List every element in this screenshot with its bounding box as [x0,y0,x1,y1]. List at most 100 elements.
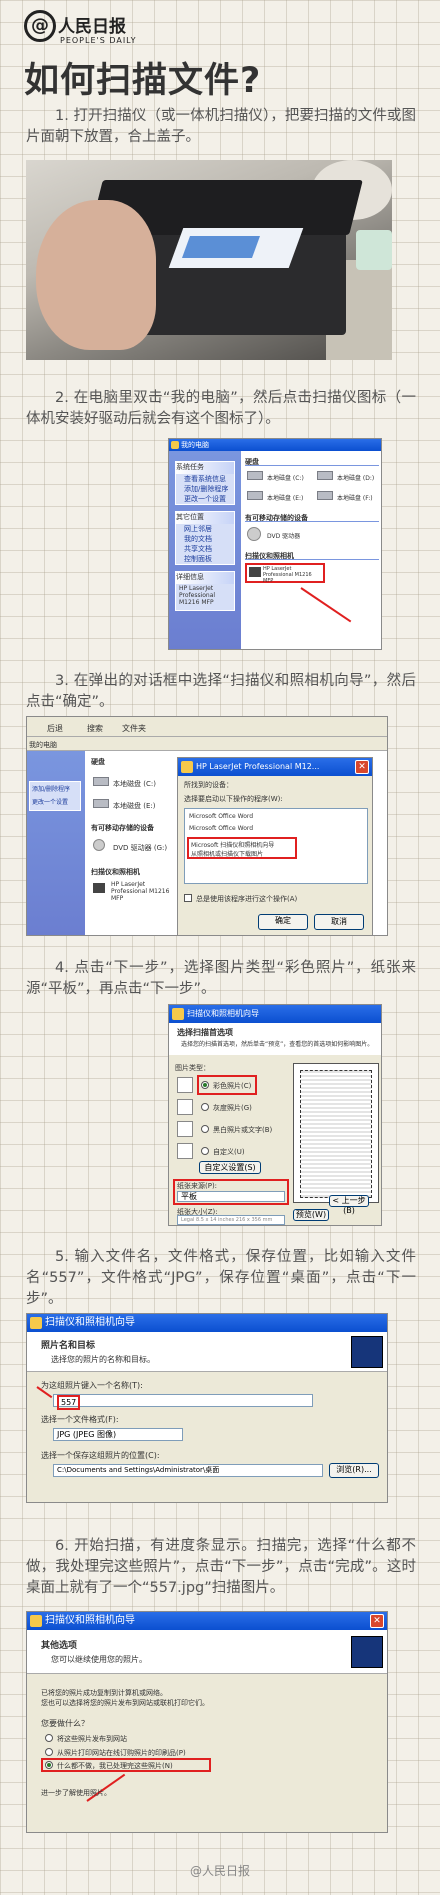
place-link[interactable]: 网上邻居 [176,524,234,534]
scanner-icon[interactable] [93,883,105,893]
scanner-label: HP LaserJet Professional M1216 MFP [263,566,312,584]
file-name-input[interactable]: 557 [53,1394,313,1410]
step-6-text: 6. 开始扫描，有进度条显示。扫描完，选择“什么都不做，我处理完这些照片”，点击… [26,1538,416,1596]
option-label: 从照片打印网站在线订购照片的印刷品(P) [57,1749,186,1757]
toolbar-folders[interactable]: 文件夹 [122,723,146,734]
computer-icon [171,441,179,449]
device-dialog-screenshot: 后退 搜索 文件夹 我的电脑 添加/删除程序 更改一个设置 硬盘 本地磁盘 (C… [26,716,388,936]
camera-icon [172,1008,184,1020]
wizard-heading: 照片名和目标 [41,1341,96,1351]
drive-label: 本地磁盘 (C:) [267,475,304,482]
custom-settings-button[interactable]: 自定义设置(S) [199,1161,261,1174]
task-pane: 系统任务 查看系统信息 添加/删除程序 更改一个设置 其它位置 网上邻居 我的文… [169,451,241,649]
color-photo-icon [177,1077,193,1093]
publish-radio[interactable] [45,1734,53,1742]
app-item-desc: 从照相机或扫描仪下载图片 [191,851,264,858]
at-icon: @ [24,10,56,42]
wizard-logo-icon [351,1636,383,1668]
address-bar[interactable]: 我的电脑 [27,737,387,751]
task-link[interactable]: 查看系统信息 [176,474,234,484]
back-button[interactable]: < 上一步(B) [329,1195,369,1215]
close-icon[interactable]: ✕ [355,760,369,774]
bw-icon [177,1121,193,1137]
wizard-heading: 其他选项 [41,1641,78,1651]
place-link[interactable]: 控制面板 [176,554,234,564]
app-item-wizard[interactable]: Microsoft 扫描仪和照相机向导 [191,840,274,849]
task-link[interactable]: 更改一个设置 [176,494,234,504]
app-list: Microsoft Office Word Microsoft Office W… [184,808,368,884]
source-select[interactable]: 平板 [177,1191,285,1202]
color-radio[interactable] [201,1081,209,1089]
section-disk: 硬盘 [91,758,105,766]
cup-shape [356,230,392,270]
scanner-icon[interactable] [249,567,261,577]
option-label: 彩色照片(C) [213,1082,252,1090]
wizard-titlebar: 扫描仪和照相机向导 ✕ [27,1612,387,1630]
wizard-header: 照片名和目标 选择您的照片的名称和目标。 [27,1332,387,1372]
bw-radio[interactable] [201,1125,209,1133]
browse-button[interactable]: 浏览(R)... [329,1463,379,1478]
other-places-box: 其它位置 网上邻居 我的文档 共享文档 控制面板 [175,511,235,565]
close-icon[interactable]: ✕ [370,1614,384,1628]
grayscale-icon [177,1099,193,1115]
preview-scan [300,1070,372,1198]
page-title: 如何扫描文件? [24,61,262,101]
option-label: 将这些照片发布到网站 [57,1735,127,1743]
camera-icon [30,1317,42,1329]
toolbar-back[interactable]: 后退 [47,723,63,734]
checkbox-label: 总是使用该程序进行这个操作(A) [196,895,298,903]
drive-f[interactable] [317,491,333,500]
cancel-button[interactable]: 取消 [314,914,364,930]
drive-c[interactable] [247,471,263,480]
always-checkbox[interactable] [184,894,192,902]
save-location-select[interactable]: C:\Documents and Settings\Administrator\… [53,1464,323,1477]
drive-icon [247,471,263,480]
option-label: 自定义(U) [213,1148,245,1156]
app-item[interactable]: Microsoft Office Word [189,813,253,820]
task-link[interactable]: 添加/删除程序 [30,782,80,795]
scanner-photo [26,160,392,360]
logo-chinese-name: 人民日报 [58,17,126,37]
drive-icon [247,491,263,500]
dvd-icon[interactable] [247,527,261,541]
wizard-title: 扫描仪和照相机向导 [45,1317,135,1328]
step-3-text: 3. 在弹出的对话框中选择“扫描仪和照相机向导”，然后点击“确定”。 [26,673,416,710]
dvd-label: DVD 驱动器 [267,533,301,540]
drive-label: 本地磁盘 (F:) [337,495,373,502]
file-format-select[interactable]: JPG (JPEG 图像) [53,1428,183,1441]
place-link[interactable]: 我的文档 [176,534,234,544]
drive-e[interactable] [247,491,263,500]
step-4-text: 4. 点击“下一步”，选择图片类型“彩色照片”，纸张来源“平板”，再点击“下一步… [26,960,416,997]
dvd-icon[interactable] [93,839,105,851]
hand-shape [36,200,156,350]
app-item[interactable]: Microsoft Office Word [189,825,253,832]
grayscale-radio[interactable] [201,1103,209,1111]
drive-label: 本地磁盘 (C:) [113,780,156,788]
other-options-screenshot: 扫描仪和照相机向导 ✕ 其他选项 您可以继续使用您的照片。 已将您的照片成功复制… [26,1611,388,1833]
file-name-screenshot: 扫描仪和照相机向导 照片名和目标 选择您的照片的名称和目标。 为这组照片键入一个… [26,1313,388,1503]
drive-icon [317,491,333,500]
place-link[interactable]: 共享文档 [176,544,234,554]
paper-select[interactable]: Legal 8.5 x 14 inches 216 x 356 mm [177,1215,285,1225]
task-link[interactable]: 添加/删除程序 [176,484,234,494]
drive-d[interactable] [317,471,333,480]
box-title: 其它位置 [176,512,234,524]
task-pane: 添加/删除程序 更改一个设置 [27,751,85,935]
preview-button[interactable]: 预览(W) [293,1209,329,1221]
ok-button[interactable]: 确定 [258,914,308,930]
my-computer-screenshot: 我的电脑 系统任务 查看系统信息 添加/删除程序 更改一个设置 其它位置 网上邻… [168,438,382,650]
do-nothing-radio[interactable] [45,1761,53,1769]
task-link[interactable]: 更改一个设置 [30,795,80,808]
drive-icon [317,471,333,480]
section-scanner: 扫描仪和照相机 [91,868,140,876]
file-name-value: 557 [57,1395,81,1410]
drive-icon[interactable] [93,777,109,786]
toolbar-search[interactable]: 搜索 [87,723,103,734]
wizard-subheading: 选择您的照片的名称和目标。 [51,1355,155,1364]
drive-icon[interactable] [93,799,109,808]
custom-radio[interactable] [201,1147,209,1155]
learn-more-link[interactable]: 进一步了解使用照片。 [41,1788,111,1798]
order-prints-radio[interactable] [45,1748,53,1756]
document-image [181,236,261,258]
red-arrow [300,587,352,623]
